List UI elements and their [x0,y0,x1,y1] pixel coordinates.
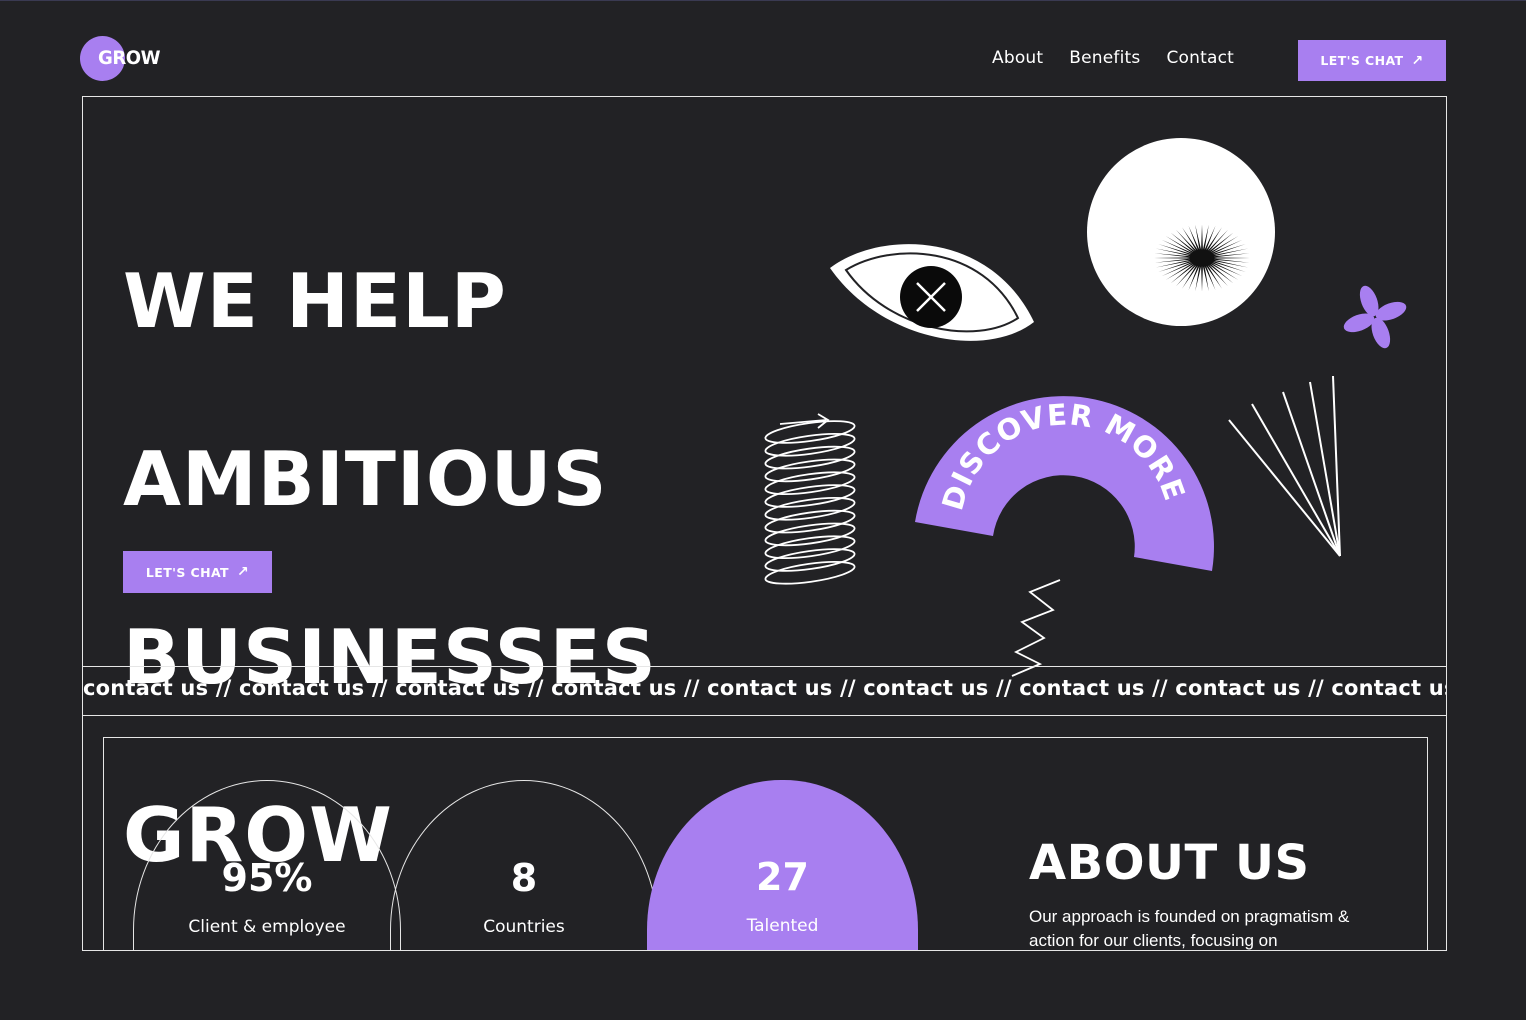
about-title: ABOUT US [1029,835,1310,891]
nav-link-about[interactable]: About [992,48,1043,68]
stat-label: Client & employee [188,917,346,937]
contact-marquee[interactable]: contact us // contact us // contact us /… [82,666,1447,716]
stat-value: 8 [510,856,538,900]
stat-label: Talented [746,916,819,936]
nav-link-benefits[interactable]: Benefits [1069,48,1140,68]
top-border [0,0,1526,1]
marquee-text: contact us // contact us // contact us /… [83,676,1447,700]
arrow-up-right-icon: ↗ [1411,52,1424,69]
stat-card-clients: 95% Client & employee [133,780,401,950]
about-text: Our approach is founded on pragmatism & … [1029,907,1350,950]
hero-chat-label: LET'S CHAT [145,564,229,580]
main-nav: About Benefits Contact [992,48,1234,68]
header-chat-label: LET'S CHAT [1320,53,1404,68]
arrow-up-right-icon: ↗ [236,564,250,580]
headline-line: WE HELP [123,257,507,345]
logo-text: GROW [98,47,161,69]
stat-card-countries: 8 Countries [390,780,658,950]
stat-value: 95% [221,856,313,900]
stat-label: Countries [483,917,565,937]
nav-link-contact[interactable]: Contact [1166,48,1234,68]
headline-line: AMBITIOUS [123,435,608,523]
bottom-mask [83,951,1447,1020]
logo[interactable]: GROW [80,36,180,82]
stat-card-talented: 27 Talented [647,780,918,950]
header-chat-button[interactable]: LET'S CHAT ↗ [1298,40,1446,81]
hero-chat-button[interactable]: LET'S CHAT ↗ [123,551,272,593]
stat-value: 27 [756,855,809,899]
